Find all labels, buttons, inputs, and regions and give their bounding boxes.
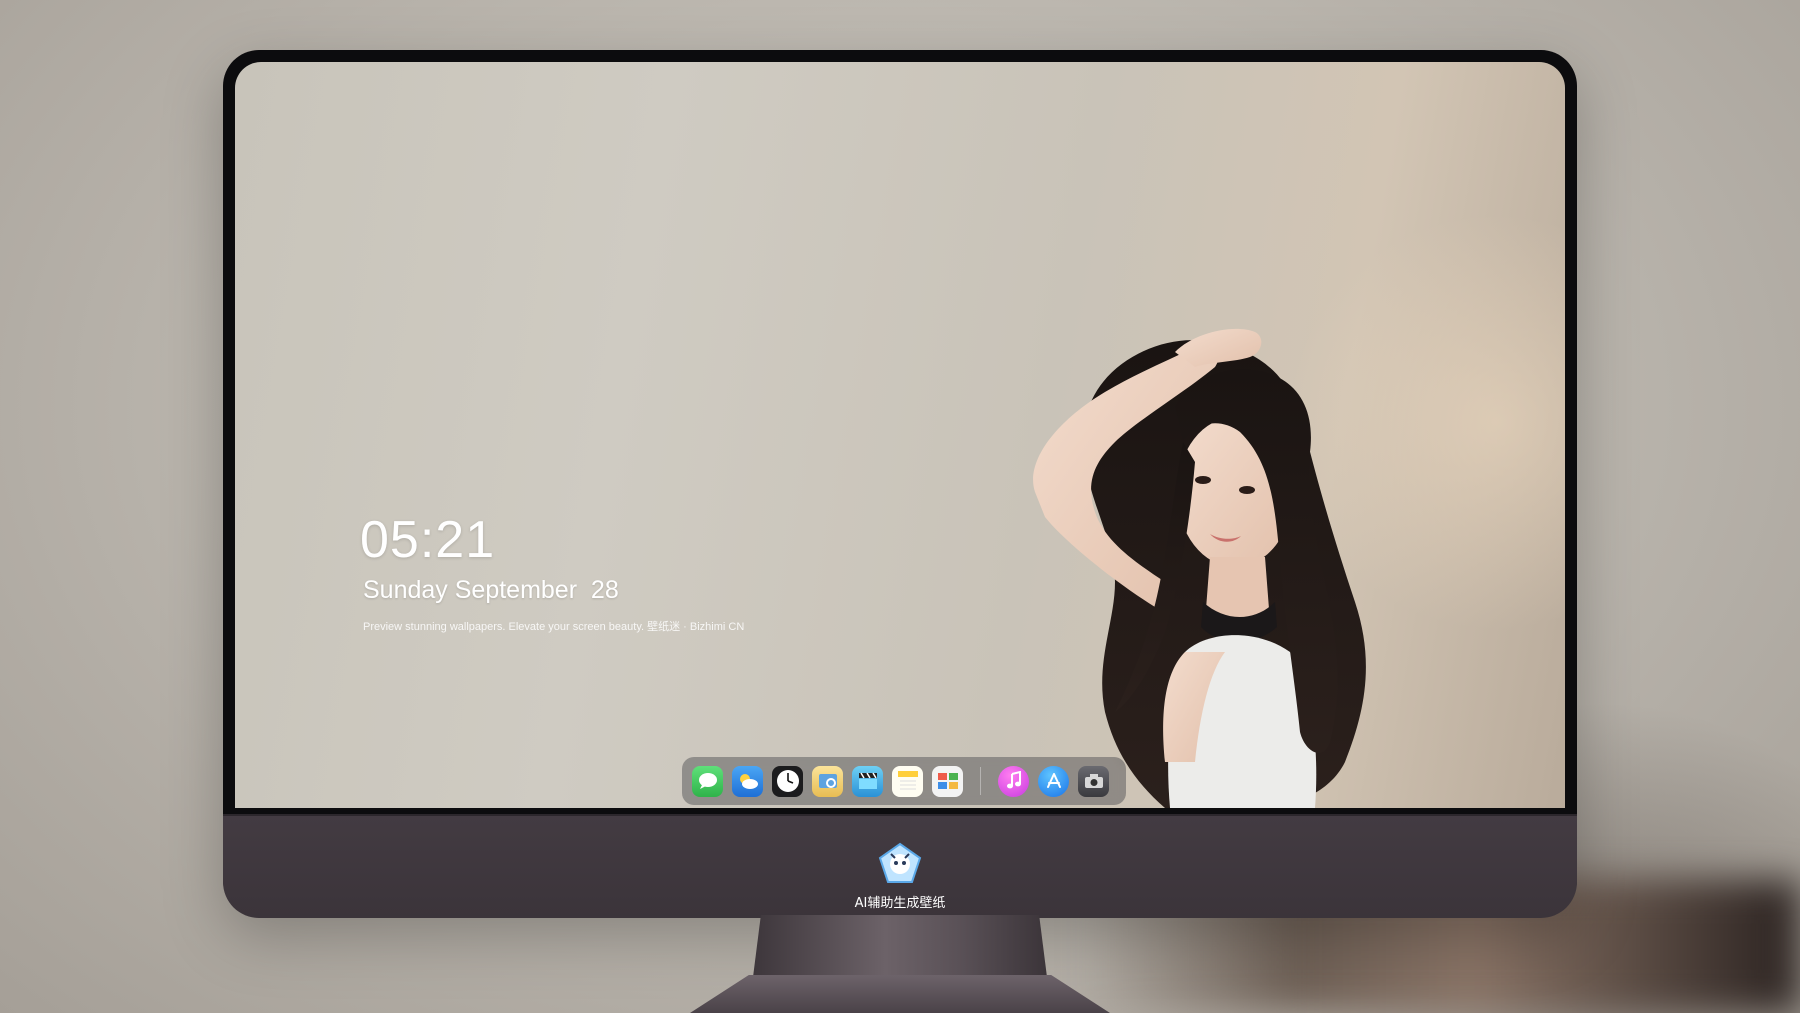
monitor-brand-label: AI辅助生成壁纸	[854, 896, 946, 911]
lock-screen-date: Sunday September 28	[363, 576, 619, 604]
dock-separator	[980, 767, 981, 795]
preview-icon[interactable]	[812, 765, 843, 797]
camera-icon[interactable]	[1078, 765, 1109, 797]
photo-booth-icon[interactable]	[932, 765, 963, 797]
lock-screen-time: 05:21	[360, 511, 496, 569]
messages-icon[interactable]	[692, 765, 723, 797]
brand-logo-icon	[878, 842, 922, 883]
monitor-chin: AI辅助生成壁纸	[223, 814, 1577, 918]
lock-screen-tagline: Preview stunning wallpapers. Elevate you…	[363, 621, 745, 633]
wallpaper-portrait	[1033, 328, 1366, 808]
dock	[682, 757, 1126, 805]
monitor-frame: 05:21 Sunday September 28 Preview stunni…	[223, 50, 1577, 918]
desktop-screen: 05:21 Sunday September 28 Preview stunni…	[235, 62, 1565, 808]
app-store-icon[interactable]	[1038, 765, 1069, 797]
weather-icon[interactable]	[732, 765, 763, 797]
monitor-stand-base	[690, 975, 1110, 1013]
monitor-stand	[752, 915, 1048, 985]
clock-icon[interactable]	[772, 765, 803, 797]
music-icon[interactable]	[998, 765, 1029, 797]
notes-icon[interactable]	[892, 765, 923, 797]
clips-icon[interactable]	[852, 765, 883, 797]
